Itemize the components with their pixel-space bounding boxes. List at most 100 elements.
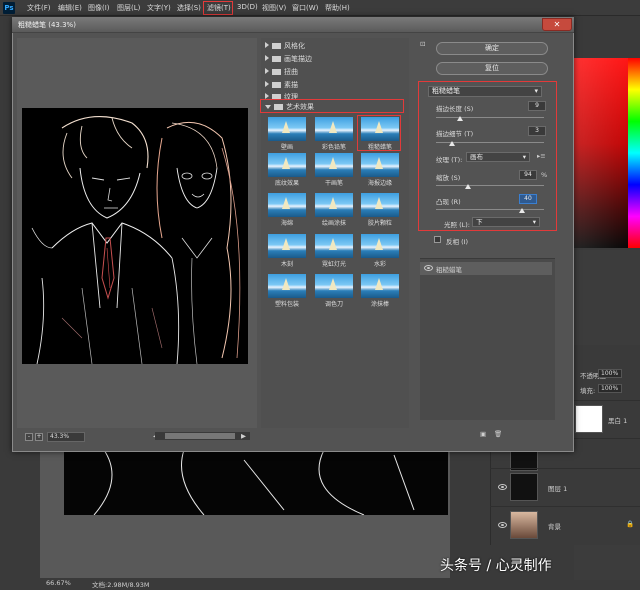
menu-type[interactable]: 文字(Y) [147,3,171,13]
category-stylize[interactable]: 风格化 [265,41,305,52]
artistic-highlight [260,99,404,113]
filter-thumb-poster-edges[interactable]: 海报边缘 [358,153,402,187]
preview-scroll-thumb[interactable] [165,433,235,439]
menu-window[interactable]: 窗口(W) [292,3,318,13]
scroll-right-icon[interactable]: ▶ [241,432,246,440]
visibility-eye-icon[interactable] [424,265,433,271]
filter-preview [315,153,353,177]
lock-icon: 🔒 [626,520,635,528]
zoom-in-button[interactable]: + [35,433,43,441]
scaling-input[interactable]: 94 [519,170,537,180]
menu-file[interactable]: 文件(F) [27,3,51,13]
filter-thumb-paint-daubs[interactable]: 绘画涂抹 [312,193,356,227]
visibility-eye-icon[interactable] [498,522,507,528]
scaling-track[interactable] [436,185,544,186]
menu-image[interactable]: 图像(I) [88,3,110,13]
filter-thumb-underpainting[interactable]: 底纹效果 [265,153,309,187]
menu-view[interactable]: 视图(V) [262,3,286,13]
filter-thumb-smudge-stick[interactable]: 涂抹棒 [358,274,402,308]
filter-thumb-neon-glow[interactable]: 霓虹灯光 [312,234,356,268]
layer-row-background[interactable]: 背景 🔒 [490,506,640,544]
layer-name: 黑白 1 [608,417,628,425]
filter-thumb-palette-knife[interactable]: 调色刀 [312,274,356,308]
collapse-gallery-icon[interactable]: ⊡ [420,40,425,48]
invert-checkbox[interactable] [434,236,441,243]
zoom-out-button[interactable]: - [25,433,33,441]
fill-input[interactable]: 100% [598,384,622,393]
filter-preview [361,153,399,177]
menu-layer[interactable]: 图层(L) [117,3,140,13]
dialog-title: 粗糙蜡笔 (43.3%) [18,21,76,29]
menu-3d[interactable]: 3D(D) [237,3,258,11]
filter-preview [315,117,353,141]
category-distort[interactable]: 扭曲 [265,67,298,78]
visibility-eye-icon[interactable] [498,484,507,490]
menu-help[interactable]: 帮助(H) [325,3,350,13]
filter-preview [361,274,399,298]
preview-image[interactable] [22,108,248,364]
filter-thumb-fresco[interactable]: 壁画 [265,117,309,151]
hue-slider[interactable] [628,58,640,248]
filter-thumb-watercolor[interactable]: 水彩 [358,234,402,268]
effect-layer-row[interactable]: 粗糙蜡笔 [420,262,552,275]
relief-track[interactable] [436,209,544,210]
filter-preview [268,193,306,217]
filter-thumb-film-grain[interactable]: 胶片颗粒 [358,193,402,227]
photoshop-logo-icon: Ps [3,2,15,14]
filter-preview [268,117,306,141]
rough-pastels-highlight [357,115,401,151]
stroke-detail-input[interactable]: 3 [528,126,546,136]
light-select[interactable]: 下 ▾ [472,217,540,227]
filter-thumb-cutout[interactable]: 木刻 [265,234,309,268]
filter-thumb-dry-brush[interactable]: 干画笔 [312,153,356,187]
folder-icon [272,56,281,62]
light-label: 光照 (L): [444,221,470,229]
texture-select[interactable]: 画布 ▾ [466,152,530,162]
dialog-titlebar[interactable] [12,17,574,33]
document-image [64,449,448,516]
layer-name: 背景 [548,523,561,531]
expand-arrow-icon [265,81,269,87]
menu-edit[interactable]: 编辑(E) [58,3,82,13]
close-button[interactable]: ✕ [542,18,572,31]
effect-layers-panel [420,258,555,420]
zoom-select[interactable]: 43.3% [47,432,85,442]
filter-thumb-sponge[interactable]: 海绵 [265,193,309,227]
filter-preview [361,193,399,217]
filter-select[interactable]: 粗糙蜡笔 ▾ [428,86,542,97]
stroke-length-slider[interactable] [457,116,464,121]
scaling-slider[interactable] [464,184,471,189]
fill-label: 填充: [580,387,596,395]
menu-filter-highlight [203,1,233,15]
chevron-down-icon: ▾ [532,218,536,226]
filter-preview [315,193,353,217]
menu-select[interactable]: 选择(S) [177,3,201,13]
invert-label: 反相 (I) [446,238,469,246]
ok-button[interactable]: 确定 [436,42,548,55]
scaling-label: 缩放 (S) [436,174,461,182]
reset-button[interactable]: 复位 [436,62,548,75]
delete-effect-layer-icon[interactable]: 🗑 [494,430,502,438]
filter-preview [268,153,306,177]
relief-slider[interactable] [519,208,526,213]
filter-thumb-plastic-wrap[interactable]: 塑料包装 [265,274,309,308]
stroke-length-track[interactable] [436,117,544,118]
layer-thumbnail [510,473,538,501]
chevron-down-icon: ▾ [522,153,526,161]
relief-input[interactable]: 40 [519,194,537,204]
folder-icon [272,69,281,75]
stroke-length-input[interactable]: 9 [528,101,546,111]
texture-menu-icon[interactable]: ▸≡ [537,152,546,160]
opacity-input[interactable]: 100% [598,369,622,378]
stroke-detail-slider[interactable] [449,141,456,146]
filter-preview [315,234,353,258]
new-effect-layer-icon[interactable]: ▣ [480,430,486,438]
category-sketch[interactable]: 素描 [265,80,298,91]
folder-icon [272,43,281,49]
layer-row-layer1[interactable]: 图层 1 [490,468,640,506]
layer-name: 图层 1 [548,485,568,493]
filter-preview [315,274,353,298]
category-brush-strokes[interactable]: 画笔描边 [265,54,312,65]
filter-preview [268,234,306,258]
filter-thumb-colored-pencil[interactable]: 彩色铅笔 [312,117,356,151]
